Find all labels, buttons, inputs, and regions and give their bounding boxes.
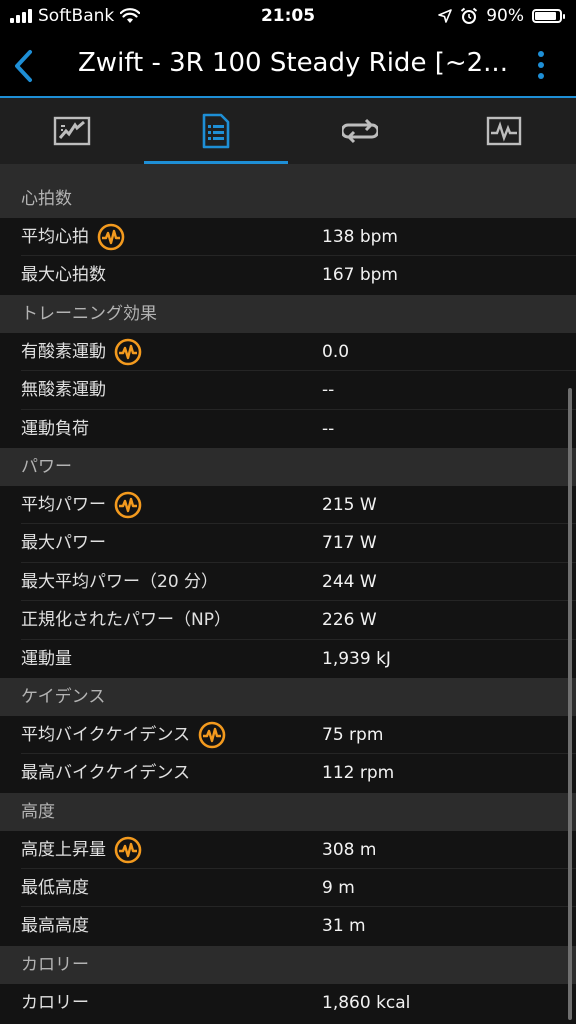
stat-value: 9 m	[322, 878, 355, 899]
stat-label: 最低高度	[21, 869, 89, 907]
stat-label: 運動負荷	[21, 410, 89, 448]
heart-pulse-badge-icon[interactable]	[114, 836, 142, 864]
stat-row: 最高高度 31 m	[0, 907, 576, 945]
laps-repeat-icon	[342, 118, 378, 144]
stat-row[interactable]: 平均パワー 215 W	[0, 486, 576, 525]
stat-label-text: 最高バイクケイデンス	[21, 763, 190, 784]
stat-label-text: 正規化されたパワー（NP）	[21, 610, 231, 631]
location-arrow-icon	[438, 9, 453, 23]
partial-section-header	[0, 164, 576, 180]
stat-label: 最高高度	[21, 907, 89, 945]
section-header: 高度	[0, 792, 576, 831]
stat-label-text: 最高高度	[21, 916, 89, 937]
stat-value: 1,860 kcal	[322, 992, 411, 1013]
tab-graphs[interactable]	[432, 98, 576, 164]
heart-pulse-badge-icon[interactable]	[114, 338, 142, 366]
stat-label: 無酸素運動	[21, 371, 106, 409]
stat-row[interactable]: 有酸素運動 0.0	[0, 333, 576, 372]
stat-value: 717 W	[322, 533, 377, 554]
document-list-icon	[202, 113, 230, 149]
stat-label: 高度上昇量	[21, 831, 142, 869]
stat-label-text: 運動負荷	[21, 418, 89, 439]
battery-fill	[535, 12, 557, 20]
stat-label-text: 高度上昇量	[21, 839, 106, 860]
stat-value: 226 W	[322, 610, 377, 631]
stat-label-text: 有酸素運動	[21, 341, 106, 362]
stat-row: 最低高度 9 m	[0, 869, 576, 908]
heart-pulse-badge-icon[interactable]	[97, 223, 125, 251]
battery-icon	[532, 9, 565, 23]
stat-label-text: 最低高度	[21, 878, 89, 899]
heart-pulse-badge-icon[interactable]	[114, 491, 142, 519]
activity-graph-icon	[486, 116, 522, 146]
section-header: カロリー	[0, 945, 576, 984]
stat-row: 最大心拍数 167 bpm	[0, 256, 576, 294]
stat-row: 運動量 1,939 kJ	[0, 640, 576, 678]
stat-label: 運動量	[21, 640, 72, 678]
stat-row: 正規化されたパワー（NP） 226 W	[0, 601, 576, 640]
tab-bar	[0, 98, 576, 164]
app-root: SoftBank 21:05 90% Zwift - 3R 100 Steady…	[0, 0, 576, 1024]
stat-label-text: カロリー	[21, 992, 89, 1013]
stat-label: 最大平均パワー（20 分）	[21, 563, 218, 601]
heart-pulse-badge-icon[interactable]	[198, 721, 226, 749]
stat-value: 0.0	[322, 341, 350, 362]
map-chart-icon	[53, 116, 91, 146]
stat-label-text: 平均心拍	[21, 227, 89, 247]
stat-value: 31 m	[322, 916, 366, 937]
stat-label-text: 平均バイクケイデンス	[21, 724, 190, 745]
stat-row: 最高バイクケイデンス 112 rpm	[0, 754, 576, 792]
tab-map[interactable]	[0, 98, 144, 164]
stat-row: 無酸素運動 --	[0, 371, 576, 410]
nav-bar: Zwift - 3R 100 Steady Ride [~2...	[0, 34, 576, 98]
stat-value: --	[322, 380, 335, 401]
stat-value: 138 bpm	[322, 227, 398, 247]
stat-label: 有酸素運動	[21, 333, 142, 371]
page-title: Zwift - 3R 100 Steady Ride [~2...	[78, 48, 508, 78]
stat-label-text: 最大平均パワー（20 分）	[21, 571, 219, 592]
stat-label: 正規化されたパワー（NP）	[21, 601, 231, 639]
section-header: 心拍数	[0, 180, 576, 218]
stat-value: 112 rpm	[322, 763, 395, 784]
stat-row[interactable]: 平均バイクケイデンス 75 rpm	[0, 716, 576, 755]
stat-label: 平均バイクケイデンス	[21, 716, 226, 754]
stat-value: 75 rpm	[322, 724, 384, 745]
stat-label-text: 最大パワー	[21, 533, 106, 554]
stat-label-text: 平均パワー	[21, 494, 106, 515]
stat-row: 最大パワー 717 W	[0, 524, 576, 564]
scrollbar[interactable]	[568, 388, 572, 1020]
stat-row: 運動負荷 --	[0, 410, 576, 448]
stat-label: 最高バイクケイデンス	[21, 754, 190, 792]
stat-value: 1,939 kJ	[322, 648, 391, 669]
tab-details[interactable]	[144, 98, 288, 164]
status-right: 90%	[438, 6, 565, 26]
status-bar: SoftBank 21:05 90%	[0, 0, 576, 34]
stat-row: カロリー 1,860 kcal	[0, 984, 576, 1022]
stat-label: 平均パワー	[21, 486, 142, 524]
stat-value: 308 m	[322, 839, 377, 860]
stat-row[interactable]: 高度上昇量 308 m	[0, 831, 576, 870]
stat-label: カロリー	[21, 984, 89, 1022]
stat-row[interactable]: 平均心拍 138 bpm	[0, 218, 576, 257]
stat-label: 最大パワー	[21, 524, 106, 562]
chevron-left-icon[interactable]	[10, 48, 40, 84]
stat-row: 最大平均パワー（20 分） 244 W	[0, 563, 576, 602]
stat-value: 167 bpm	[322, 265, 398, 286]
stat-label-text: 運動量	[21, 648, 72, 669]
stats-list[interactable]: 心拍数平均心拍 138 bpm 最大心拍数 167 bpm トレーニング効果有酸素運動 0…	[0, 164, 576, 1024]
alarm-icon	[461, 7, 478, 24]
stat-label: 最大心拍数	[21, 256, 106, 294]
stat-value: 244 W	[322, 571, 377, 592]
tab-laps[interactable]	[288, 98, 432, 164]
section-header: ケイデンス	[0, 677, 576, 716]
stat-value: --	[322, 418, 335, 439]
stat-value: 215 W	[322, 494, 377, 515]
more-vertical-icon[interactable]	[536, 48, 546, 84]
section-header: トレーニング効果	[0, 294, 576, 333]
section-header: パワー	[0, 447, 576, 486]
battery-percent: 90%	[486, 6, 524, 26]
stat-label-text: 無酸素運動	[21, 380, 106, 401]
stat-label-text: 最大心拍数	[21, 265, 106, 286]
stat-label: 平均心拍	[21, 218, 125, 256]
